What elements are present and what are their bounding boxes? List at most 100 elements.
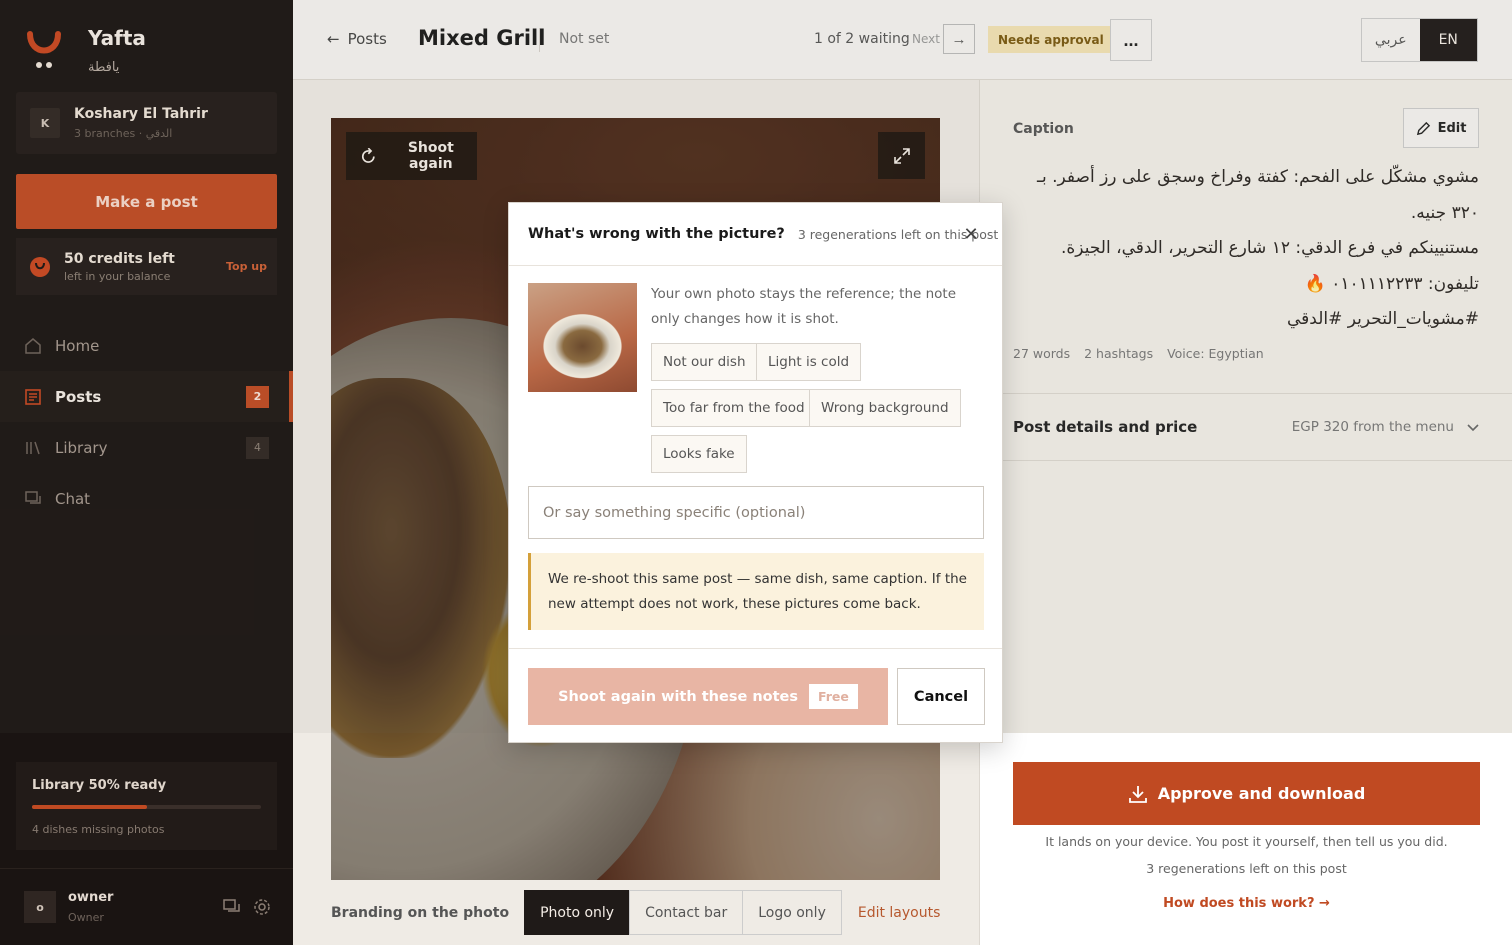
main-nav: Home Posts 2 Library 4 Chat <box>0 320 293 524</box>
brand-name: Yafta <box>88 26 146 50</box>
refresh-icon <box>361 147 375 163</box>
restaurant-branches: 3 branches · الدقي <box>74 127 173 140</box>
shoot-again-notes-button[interactable]: Shoot again with these notes Free <box>528 668 888 725</box>
approve-zone: Approve and download It lands on your de… <box>980 733 1512 945</box>
chat-icon[interactable] <box>223 898 241 916</box>
user-name: owner <box>68 890 114 905</box>
approve-label: Approve and download <box>1157 784 1366 803</box>
arrow-left-icon: ← <box>327 30 340 48</box>
edit-caption-button[interactable]: Edit <box>1403 108 1479 148</box>
expand-icon <box>893 147 910 164</box>
edit-label: Edit <box>1437 120 1467 136</box>
branding-option-photo-only[interactable]: Photo only <box>524 890 631 935</box>
brand[interactable]: Yafta يافطة <box>26 26 146 75</box>
dialog-header: What's wrong with the picture? 3 regener… <box>509 203 1002 266</box>
credits-subtitle: left in your balance <box>64 269 171 283</box>
shoot-again-button[interactable]: Shoot again <box>346 132 477 180</box>
specific-note-input[interactable] <box>528 486 984 539</box>
queue-position: 1 of 2 waiting <box>814 31 910 47</box>
sidebar-item-label: Home <box>55 336 100 355</box>
lang-english-button[interactable]: EN <box>1419 19 1477 61</box>
edit-layouts-link[interactable]: Edit layouts <box>858 905 941 921</box>
shoot-again-label: Shoot again <box>407 140 454 172</box>
post-details-panel: Caption Edit مشوي مشكّل على الفحم: كفتة … <box>979 80 1512 945</box>
schedule-status[interactable]: Not set <box>559 31 609 47</box>
credits-count: 50 credits left <box>64 250 175 267</box>
user-role: Owner <box>68 911 104 924</box>
caption-line: تليفون: ٠١٠١١١٢٢٣٣ 🔥 <box>1304 273 1479 294</box>
library-count-badge: 4 <box>246 436 269 459</box>
back-link[interactable]: ← Posts <box>327 30 387 48</box>
library-progress-bar <box>32 805 261 809</box>
close-button[interactable]: ✕ <box>960 223 982 245</box>
branding-option-contact-bar[interactable]: Contact bar <box>629 890 744 935</box>
chip-too-far[interactable]: Too far from the food <box>651 389 817 427</box>
back-label: Posts <box>347 30 387 48</box>
sidebar-item-posts[interactable]: Posts 2 <box>0 371 293 422</box>
hashtag-count: 2 hashtags <box>1084 346 1154 361</box>
credits-icon <box>30 256 50 277</box>
library-progress-card[interactable]: Library 50% ready 4 dishes missing photo… <box>16 762 277 850</box>
top-bar: ← Posts Mixed Grill Not set 1 of 2 waiti… <box>293 0 1512 80</box>
branding-selector: Branding on the photo Photo only Contact… <box>331 880 951 945</box>
caption-label: Caption <box>1013 121 1074 137</box>
library-icon <box>26 441 40 454</box>
download-icon <box>1128 785 1147 803</box>
restaurant-avatar: K <box>30 108 60 138</box>
posts-count-badge: 2 <box>246 385 269 408</box>
branding-option-logo-only[interactable]: Logo only <box>742 890 842 935</box>
caption-line: #مشويات_التحرير #الدقي <box>1287 309 1479 329</box>
expand-button[interactable] <box>878 132 925 179</box>
sidebar-item-home[interactable]: Home <box>0 320 293 371</box>
photo-thumbnail <box>528 283 637 392</box>
top-up-link[interactable]: Top up <box>226 260 267 273</box>
approve-download-button[interactable]: Approve and download <box>1013 762 1480 825</box>
sidebar-item-label: Posts <box>55 387 102 406</box>
chip-wrong-background[interactable]: Wrong background <box>809 389 961 427</box>
how-it-works-link[interactable]: How does this work? → <box>980 896 1512 911</box>
post-details-accordion[interactable]: Post details and price EGP 320 from the … <box>980 393 1512 461</box>
arrow-right-icon: → <box>951 30 967 48</box>
chip-light-is-cold[interactable]: Light is cold <box>756 343 862 381</box>
posts-icon <box>25 388 41 405</box>
dialog-footer: Shoot again with these notes Free Cancel <box>509 648 1002 744</box>
sidebar-item-label: Chat <box>55 489 91 508</box>
caption-text[interactable]: مشوي مشكّل على الفحم: كفتة وفراخ وسجق عل… <box>1009 160 1479 338</box>
approve-note: It lands on your device. You post it you… <box>1045 834 1448 849</box>
user-footer: o owner Owner <box>0 868 293 945</box>
caption-line: مستنيينكم في فرع الدقي: ١٢ شارع التحرير،… <box>1061 238 1479 258</box>
gear-icon[interactable] <box>253 898 271 916</box>
branding-label: Branding on the photo <box>331 904 510 921</box>
make-post-button[interactable]: Make a post <box>16 174 277 229</box>
lang-arabic-button[interactable]: عربي <box>1362 19 1420 61</box>
next-label: Next <box>912 32 940 46</box>
status-badge: Needs approval <box>988 26 1114 53</box>
cancel-button[interactable]: Cancel <box>897 668 985 725</box>
library-progress-title: Library 50% ready <box>32 778 167 793</box>
chip-not-our-dish[interactable]: Not our dish <box>651 343 758 381</box>
restaurant-switcher[interactable]: K Koshary El Tahrir 3 branches · الدقي <box>16 92 277 154</box>
sidebar-item-label: Library <box>55 438 108 457</box>
home-icon <box>25 337 41 354</box>
next-button[interactable]: → <box>943 24 975 54</box>
library-progress-subtitle: 4 dishes missing photos <box>32 823 165 836</box>
credits-card: 50 credits left left in your balance Top… <box>16 238 277 295</box>
sidebar-item-chat[interactable]: Chat <box>0 473 293 524</box>
chip-looks-fake[interactable]: Looks fake <box>651 435 747 473</box>
restaurant-name: Koshary El Tahrir <box>74 106 208 122</box>
details-price: EGP 320 from the menu <box>1291 419 1454 435</box>
sidebar: Yafta يافطة K Koshary El Tahrir 3 branch… <box>0 0 293 945</box>
avatar: o <box>24 891 56 923</box>
details-title: Post details and price <box>1013 418 1198 436</box>
more-options-button[interactable]: ... <box>1110 19 1152 61</box>
regenerations-left: 3 regenerations left on this post <box>1146 861 1347 876</box>
sidebar-item-library[interactable]: Library 4 <box>0 422 293 473</box>
brand-name-arabic: يافطة <box>88 60 120 75</box>
voice-label: Voice: Egyptian <box>1167 346 1264 361</box>
library-progress-fill <box>32 805 147 809</box>
free-badge: Free <box>809 684 858 709</box>
divider <box>539 28 540 52</box>
reshoot-dialog: What's wrong with the picture? 3 regener… <box>508 202 1003 743</box>
dialog-help-text: Your own photo stays the reference; the … <box>651 286 957 327</box>
page-title: Mixed Grill <box>418 26 546 50</box>
